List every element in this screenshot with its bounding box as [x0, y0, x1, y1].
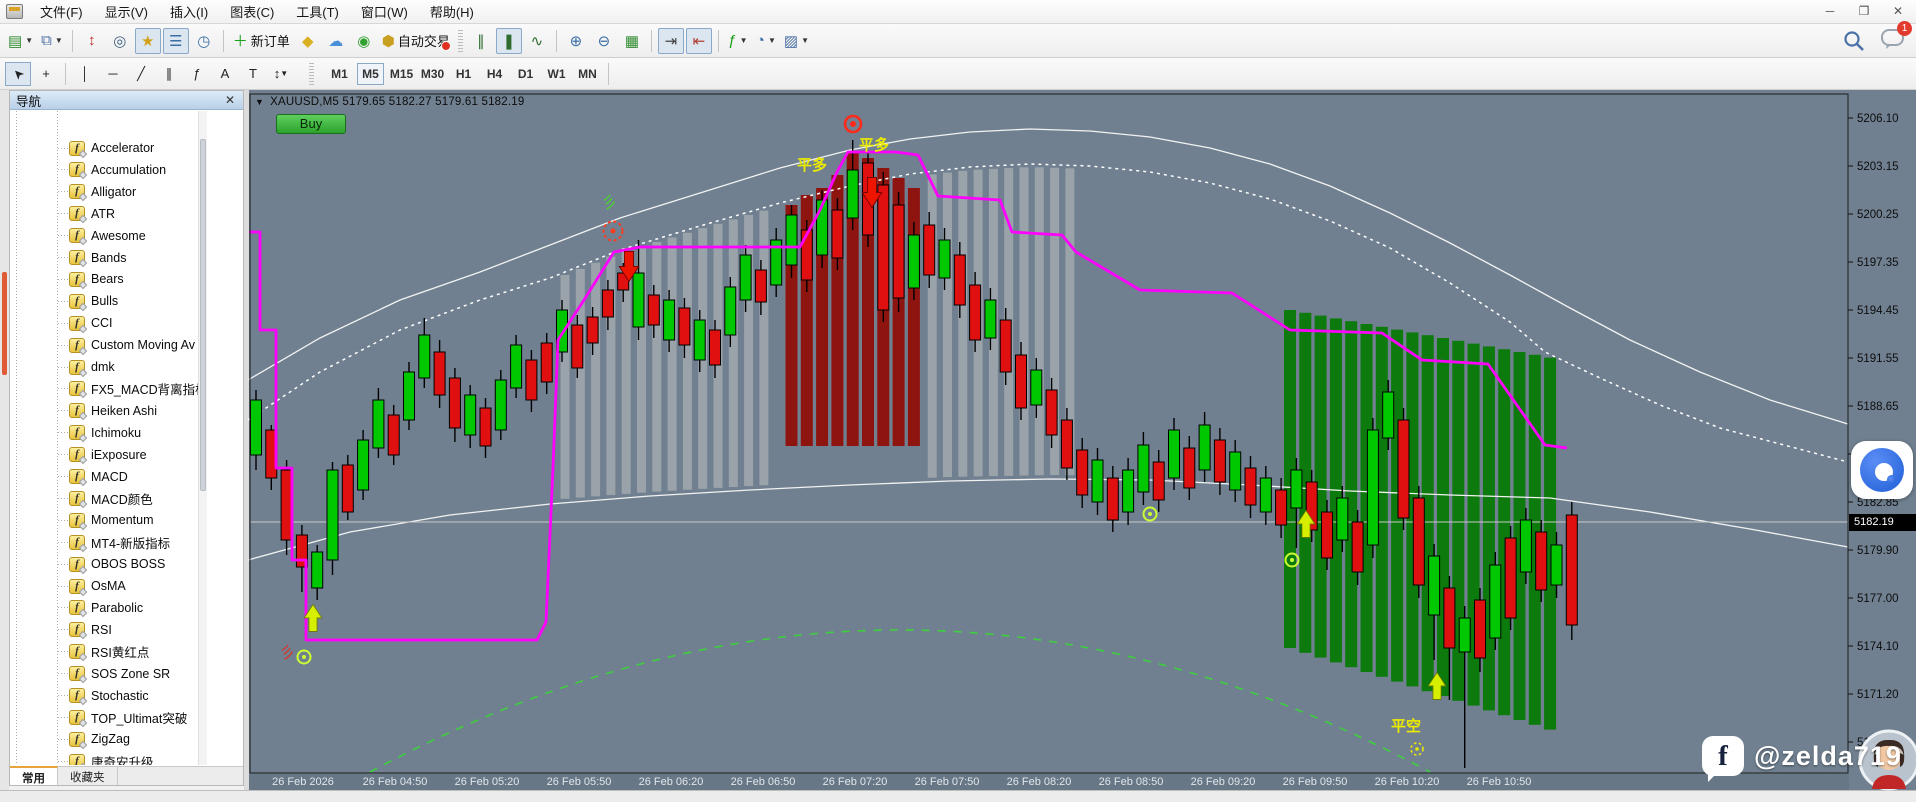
price-axis: 5206.10 5203.15 5200.25 5197.35 5194.45 5191.… — [1848, 113, 1899, 749]
watermark: f @zelda719 — [1702, 736, 1902, 782]
assistant-float-button[interactable] — [1851, 441, 1913, 499]
signal-label: 平空 — [1391, 717, 1421, 735]
price-axis-label: 5179.90 — [1857, 545, 1899, 557]
price-axis-label: 5177.00 — [1857, 593, 1899, 605]
signal-label: 平多 — [859, 136, 889, 154]
time-axis-label: 26 Feb 09:20 — [1190, 776, 1256, 788]
signal-label: 平多 — [797, 156, 827, 174]
time-axis-label: 26 Feb 2026 — [272, 776, 334, 788]
parabolic-arc — [369, 629, 1431, 773]
time-axis: 26 Feb 2026 26 Feb 04:50 26 Feb 05:20 26 Fe… — [249, 774, 1849, 790]
buy-button[interactable]: Buy — [276, 114, 346, 134]
time-axis-label: 26 Feb 07:50 — [914, 776, 980, 788]
price-axis-label: 5200.25 — [1857, 209, 1899, 221]
time-axis-label: 26 Feb 06:20 — [638, 776, 704, 788]
squiggle-icon: 彡 — [278, 642, 298, 663]
chevron-down-icon[interactable]: ▼ — [255, 97, 264, 107]
facebook-icon: f — [1702, 736, 1744, 782]
time-axis-label: 26 Feb 10:20 — [1374, 776, 1440, 788]
status-bar — [0, 790, 1916, 802]
time-axis-label: 26 Feb 10:50 — [1466, 776, 1532, 788]
watermark-handle: @zelda719 — [1754, 740, 1902, 771]
time-axis-label: 26 Feb 05:20 — [454, 776, 520, 788]
price-axis-label: 5206.10 — [1857, 113, 1899, 125]
time-axis-label: 26 Feb 09:50 — [1282, 776, 1348, 788]
symbol-ohlc-line: ▼ XAUUSD,M5 5179.65 5182.27 5179.61 5182.… — [255, 96, 525, 108]
band-upper — [247, 128, 1849, 425]
price-axis-label: 5203.15 — [1857, 161, 1899, 173]
price-axis-label: 5188.65 — [1857, 401, 1899, 413]
current-price-badge: 5182.19 — [1849, 514, 1916, 531]
price-axis-label: 5191.55 — [1857, 353, 1899, 365]
band-lower — [247, 478, 1849, 561]
signal-markers: 彡彡平多平多平空 — [278, 114, 1447, 756]
time-axis-label: 26 Feb 04:50 — [362, 776, 428, 788]
squiggle-icon: 彡 — [600, 192, 620, 213]
price-axis-label: 5197.35 — [1857, 257, 1899, 269]
time-axis-label: 26 Feb 08:50 — [1098, 776, 1164, 788]
price-axis-label: 5171.20 — [1857, 689, 1899, 701]
time-axis-label: 26 Feb 06:50 — [730, 776, 796, 788]
time-axis-label: 26 Feb 08:20 — [1006, 776, 1072, 788]
price-axis-label: 5174.10 — [1857, 641, 1899, 653]
time-axis-label: 26 Feb 05:50 — [546, 776, 612, 788]
time-axis-label: 26 Feb 07:20 — [822, 776, 888, 788]
price-axis-label: 5194.45 — [1857, 305, 1899, 317]
